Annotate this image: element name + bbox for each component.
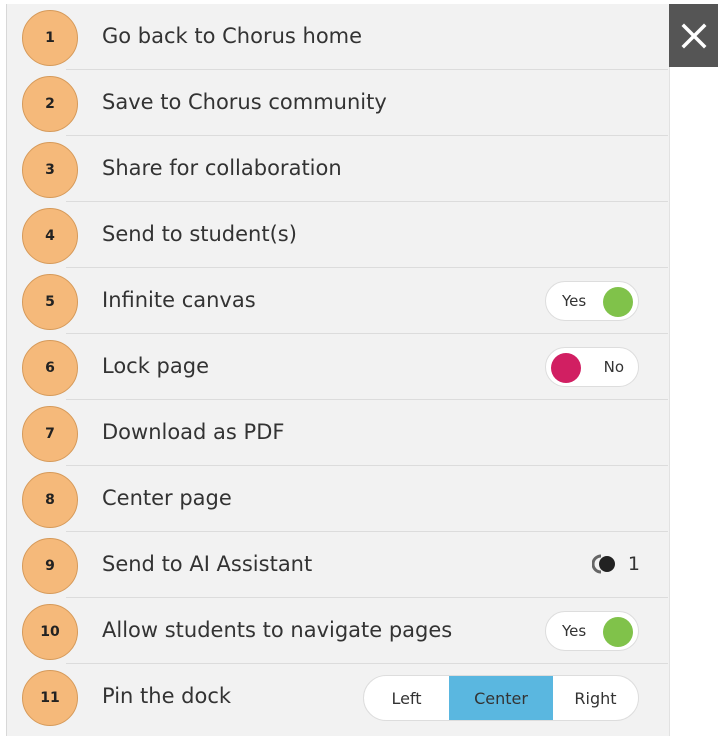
pin-dock-center-option[interactable]: Center <box>449 676 553 720</box>
allow-navigate-toggle[interactable]: Yes <box>545 611 639 651</box>
toggle-knob <box>603 287 633 317</box>
menu-item-label: Download as PDF <box>102 420 285 444</box>
menu-item-label: Share for collaboration <box>102 156 342 180</box>
pin-dock-left-option[interactable]: Left <box>364 676 449 720</box>
menu-item-label: Center page <box>102 486 232 510</box>
menu-item-label: Send to AI Assistant <box>102 552 313 576</box>
toggle-state-label: Yes <box>562 292 587 310</box>
step-badge: 6 <box>22 340 78 396</box>
toggle-knob <box>551 353 581 383</box>
step-badge: 4 <box>22 208 78 264</box>
menu-item-label: Go back to Chorus home <box>102 24 363 48</box>
menu-item-save-community[interactable]: 2 Save to Chorus community <box>6 70 668 136</box>
step-badge: 5 <box>22 274 78 330</box>
menu-item-infinite-canvas: 5 Infinite canvas Yes <box>6 268 668 334</box>
menu-item-lock-page: 6 Lock page No <box>6 334 668 400</box>
step-badge: 10 <box>22 604 78 660</box>
pin-dock-right-option[interactable]: Right <box>553 676 638 720</box>
lock-page-toggle[interactable]: No <box>545 347 639 387</box>
step-badge: 8 <box>22 472 78 528</box>
menu-item-label: Save to Chorus community <box>102 90 387 114</box>
ai-assistant-status: 1 <box>591 532 640 596</box>
step-badge: 2 <box>22 76 78 132</box>
menu-item-label: Lock page <box>102 354 210 378</box>
menu-item-label: Pin the dock <box>102 684 232 708</box>
toggle-knob <box>603 617 633 647</box>
pin-dock-segmented-control: Left Center Right <box>363 675 639 721</box>
menu-item-label: Infinite canvas <box>102 288 256 312</box>
menu-item-label: Send to student(s) <box>102 222 297 246</box>
menu-item-center-page[interactable]: 8 Center page <box>6 466 668 532</box>
menu-item-allow-navigate: 10 Allow students to navigate pages Yes <box>6 598 668 664</box>
toggle-state-label: No <box>603 358 624 376</box>
ai-assistant-icon <box>591 554 615 574</box>
step-badge: 1 <box>22 10 78 66</box>
close-icon <box>681 23 706 48</box>
step-badge: 9 <box>22 538 78 594</box>
step-badge: 3 <box>22 142 78 198</box>
step-badge: 11 <box>22 670 78 726</box>
menu-item-download-pdf[interactable]: 7 Download as PDF <box>6 400 668 466</box>
toggle-state-label: Yes <box>562 622 587 640</box>
infinite-canvas-toggle[interactable]: Yes <box>545 281 639 321</box>
ai-assistant-count: 1 <box>627 553 640 575</box>
menu-item-send-ai-assistant[interactable]: 9 Send to AI Assistant 1 <box>6 532 668 598</box>
menu-item-pin-dock: 11 Pin the dock Left Center Right <box>6 664 668 730</box>
close-button[interactable] <box>669 4 718 67</box>
menu-item-go-home[interactable]: 1 Go back to Chorus home <box>6 4 668 70</box>
menu-item-send-students[interactable]: 4 Send to student(s) <box>6 202 668 268</box>
step-badge: 7 <box>22 406 78 462</box>
menu-item-label: Allow students to navigate pages <box>102 618 453 642</box>
menu-item-share-collaboration[interactable]: 3 Share for collaboration <box>6 136 668 202</box>
